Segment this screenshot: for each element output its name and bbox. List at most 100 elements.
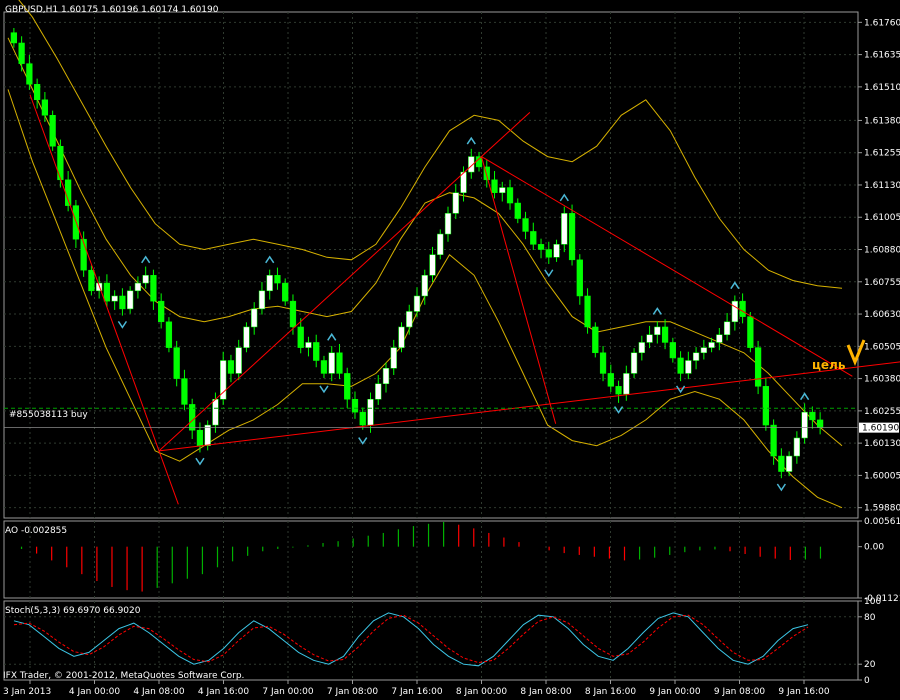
candle-bear	[173, 347, 180, 379]
fractal-down-icon	[613, 406, 624, 414]
candle-bear	[530, 231, 537, 245]
bollinger-upper	[18, 0, 843, 289]
x-tick-label: 7 Jan 08:00	[327, 687, 379, 697]
fractal-down-icon	[544, 269, 554, 278]
fractal-down-icon	[117, 320, 128, 329]
chart-canvas[interactable]: 1.61760 1.61635 1.61510 1.61380 1.61255 1.611…	[0, 0, 900, 700]
trendline	[158, 361, 900, 452]
candle-bull	[793, 437, 800, 457]
candle-bear	[34, 84, 41, 101]
candle-bull	[367, 398, 374, 426]
price-y-label: 1.61255	[864, 149, 900, 159]
candle-bear	[181, 378, 188, 405]
candle-bear	[491, 179, 498, 193]
candle-bear	[18, 42, 25, 64]
candle-bear	[165, 321, 173, 348]
candle-bull	[638, 342, 645, 354]
candle-bull	[235, 347, 242, 374]
candle-bear	[196, 429, 204, 446]
candle-bear	[336, 352, 343, 374]
candle-bull	[421, 275, 428, 297]
fractal-up-icon	[799, 392, 810, 401]
x-tick-label: 8 Jan 08:00	[520, 687, 572, 697]
candle-bull	[258, 290, 266, 310]
candle-bull	[801, 411, 808, 439]
fractal-down-icon	[776, 483, 786, 492]
target-annotation: цель	[812, 358, 846, 372]
x-tick-label: 9 Jan 16:00	[778, 687, 830, 697]
candle-bull	[142, 275, 149, 284]
candle-bull	[251, 308, 258, 328]
fractal-up-icon	[559, 193, 569, 202]
candle-bear	[568, 213, 576, 261]
candle-bear	[10, 32, 18, 44]
candle-bull	[212, 398, 219, 426]
price-y-label: 1.60630	[864, 310, 900, 320]
candle-bear	[274, 275, 281, 284]
candle-bull	[561, 213, 568, 245]
ao-panel-frame	[3, 520, 859, 599]
price-y-label: 1.61510	[864, 83, 900, 93]
x-tick-label: 8 Jan 00:00	[456, 687, 508, 697]
candle-bull	[305, 342, 312, 348]
fractal-down-icon	[319, 385, 329, 394]
candle-bear	[320, 360, 328, 374]
symbol-info: GBPUSD,H1 1.60175 1.60196 1.60174 1.6019…	[5, 5, 219, 15]
candle-bull	[499, 187, 506, 193]
copyright: IFX Trader, © 2001-2012, MetaQuotes Soft…	[3, 671, 245, 681]
candle-bear	[584, 295, 591, 328]
candle-bear	[506, 187, 514, 204]
stoch-y-label: 100	[864, 597, 881, 607]
candle-bear	[49, 115, 56, 147]
candle-bear	[65, 179, 72, 206]
candle-bear	[739, 300, 746, 317]
candle-bear	[344, 373, 351, 400]
price-y-label: 1.61005	[864, 213, 900, 223]
price-y-label: 1.61760	[864, 18, 900, 28]
price-y-label: 1.60255	[864, 407, 900, 417]
candle-bull	[127, 290, 134, 310]
candle-bear	[351, 398, 359, 413]
candle-bull	[413, 295, 421, 312]
candle-bull	[785, 455, 793, 472]
candle-bear	[599, 352, 607, 374]
candle-bear	[537, 244, 545, 250]
candle-bull	[623, 373, 630, 395]
candle-bull	[444, 213, 452, 235]
candle-bear	[41, 99, 49, 116]
price-y-label: 1.61130	[864, 181, 900, 191]
candle-bear	[661, 326, 669, 343]
candle-bull	[716, 334, 723, 343]
candle-bull	[437, 233, 444, 255]
candle-bull	[630, 352, 638, 374]
stoch-y-label: 80	[864, 613, 876, 623]
candle-bear	[227, 360, 235, 374]
candle-bull	[723, 321, 731, 335]
candle-bear	[607, 373, 614, 387]
price-y-label: 1.60380	[864, 375, 900, 385]
candle-bear	[615, 386, 622, 395]
target-check-mark	[846, 339, 866, 366]
x-tick-label: 7 Jan 16:00	[391, 687, 443, 697]
price-y-label: 1.59880	[864, 504, 900, 514]
fractal-up-icon	[141, 255, 151, 264]
candle-bear	[150, 275, 157, 302]
candle-bull	[708, 342, 715, 348]
candle-bear	[158, 300, 165, 323]
ao-label: AO -0.002855	[5, 526, 68, 536]
x-tick-label: 7 Jan 00:00	[262, 687, 314, 697]
candle-bear	[359, 411, 366, 426]
candle-bear	[475, 156, 483, 168]
candle-bear	[522, 218, 529, 232]
stoch-main-line	[13, 612, 809, 667]
candle-bear	[313, 342, 320, 361]
candle-bear	[514, 202, 521, 219]
candle-bull	[134, 282, 142, 292]
candle-bull	[398, 326, 405, 348]
candle-bull	[654, 326, 661, 335]
trendline	[481, 156, 557, 424]
candle-bull	[390, 347, 397, 369]
fractal-up-icon	[466, 136, 476, 145]
x-tick-label: 8 Jan 16:00	[585, 687, 637, 697]
candle-bull	[646, 334, 653, 343]
